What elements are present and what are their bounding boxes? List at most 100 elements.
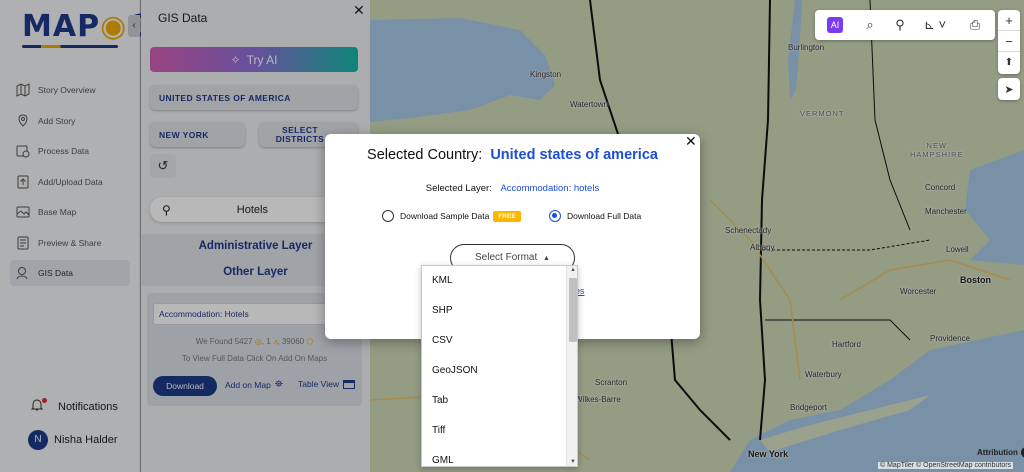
notifications-label: Notifications (58, 400, 118, 413)
zoom-in-button[interactable]: + (998, 10, 1020, 31)
format-dropdown: KML SHP CSV GeoJSON Tab Tiff GML ▲ ▼ (421, 265, 578, 467)
free-badge: FREE (493, 210, 521, 222)
download-button[interactable]: Download (153, 376, 217, 396)
table-view-button[interactable]: Table View (298, 379, 355, 389)
avatar: N (28, 430, 48, 450)
sidebar: MAP◉G ‹ Story Overview Add Story Process… (0, 0, 152, 472)
collapse-sidebar-button[interactable]: ‹ (128, 15, 140, 37)
map-icon (16, 83, 30, 97)
select-districts-label: SELECT DISTRICTS (275, 124, 325, 144)
format-option[interactable]: Tab (422, 386, 577, 416)
search-input[interactable]: Hotels (237, 204, 268, 216)
map-copyright: © MapTiler © OpenStreetMap contributors (878, 462, 1014, 469)
compass-icon[interactable]: ⬆ (998, 52, 1020, 73)
process-data-icon (16, 144, 30, 158)
sparkle-icon: ✧ (230, 52, 241, 67)
format-option[interactable]: GeoJSON (422, 356, 577, 386)
sidebar-item-label: Base Map (38, 207, 77, 217)
locate-icon: ➤ (1004, 83, 1014, 96)
count-points: 5427 (234, 337, 253, 346)
logo-underline (22, 45, 118, 48)
sidebar-item-label: Preview & Share (38, 237, 102, 248)
sidebar-item-label: Process Data (38, 146, 90, 156)
scroll-up-icon[interactable]: ▲ (567, 267, 577, 273)
attribution-toggle[interactable]: Attribution i (977, 447, 1024, 458)
sidebar-item-label: GIS Data (38, 268, 73, 278)
table-icon (342, 379, 355, 389)
state-select[interactable]: NEW YORK (150, 122, 245, 147)
sidebar-item-process-data[interactable]: Process Data (10, 138, 130, 164)
scrollbar-thumb[interactable] (569, 278, 577, 342)
search-icon[interactable]: ⌕ (855, 10, 885, 40)
print-icon[interactable]: ⎙ (955, 10, 995, 40)
measure-icon[interactable]: ⊾ ˅ (915, 10, 955, 40)
modal-title: Selected Country: United states of ameri… (325, 147, 700, 163)
user-name: Nisha Halder (54, 434, 118, 446)
sample-data-option[interactable]: Download Sample Data FREE (382, 210, 521, 222)
format-option[interactable]: SHP (422, 296, 577, 326)
sidebar-item-add-upload-data[interactable]: Add/Upload Data (10, 169, 130, 195)
sidebar-item-add-story[interactable]: Add Story (10, 108, 130, 134)
country-select-label: UNITED STATES OF AMERICA (159, 92, 291, 103)
format-option[interactable]: Tiff (422, 416, 577, 446)
format-option[interactable]: GML (422, 446, 577, 466)
polygon-icon: ⬠ (306, 337, 314, 346)
line-icon: ⩘ (272, 337, 278, 346)
attribution-label: Attribution (977, 448, 1018, 457)
full-data-option[interactable]: Download Full Data (549, 210, 641, 222)
ai-assistant-icon[interactable]: AI (815, 10, 855, 40)
close-icon[interactable]: ✕ (353, 2, 365, 19)
layer-prefix: Selected Layer: (425, 183, 492, 194)
try-ai-button[interactable]: ✧ Try AI (150, 47, 358, 72)
sidebar-item-label: Add/Upload Data (38, 176, 103, 187)
full-radio[interactable] (549, 210, 561, 222)
count-polygons: 39060 (281, 337, 305, 346)
title-prefix: Selected Country: (367, 147, 483, 163)
found-prefix: We Found (195, 337, 233, 346)
person-icon[interactable]: ⚲ (885, 10, 915, 40)
full-label: Download Full Data (567, 211, 642, 221)
base-map-icon (16, 205, 30, 219)
add-on-map-label: Add on Map (225, 379, 271, 390)
preview-icon (16, 236, 30, 250)
selected-country: United states of america (490, 147, 658, 163)
result-hint: To View Full Data Click On Add On Maps (181, 354, 328, 363)
sidebar-item-gis-data[interactable]: GIS Data (10, 260, 130, 286)
refresh-icon[interactable]: ↺ (150, 154, 176, 178)
format-option[interactable]: KML (422, 266, 577, 296)
scroll-down-icon[interactable]: ▼ (567, 459, 577, 465)
try-ai-label: Try AI (246, 52, 278, 67)
sample-label: Download Sample Data (400, 211, 490, 221)
format-placeholder: Select Format (475, 252, 538, 263)
sidebar-item-preview-share[interactable]: Preview & Share (10, 230, 130, 256)
format-option[interactable]: CSV (422, 326, 577, 356)
notifications-button[interactable]: Notifications (30, 398, 118, 415)
zoom-out-button[interactable]: − (998, 31, 1020, 52)
state-select-label: NEW YORK (159, 129, 209, 140)
bell-icon (30, 398, 48, 415)
sidebar-item-label: Story Overview (38, 85, 96, 95)
selected-layer-line: Selected Layer: Accommodation: hotels (325, 183, 700, 194)
location-pin-icon (16, 113, 30, 128)
caret-up-icon: ▲ (543, 255, 550, 262)
map-pin-icon: ⛯ (274, 379, 283, 390)
sidebar-item-base-map[interactable]: Base Map (10, 199, 130, 225)
zoom-controls: + − ⬆ (998, 10, 1020, 74)
country-select[interactable]: UNITED STATES OF AMERICA (150, 85, 358, 110)
gis-data-icon (16, 266, 30, 280)
notification-dot (42, 398, 47, 403)
sample-radio[interactable] (382, 210, 394, 222)
sidebar-item-story-overview[interactable]: Story Overview (10, 77, 130, 103)
map-toolbar: AI ⌕ ⚲ ⊾ ˅ ⎙ (815, 10, 995, 40)
selected-layer-value: Accommodation: hotels (500, 183, 600, 194)
search-icon: ⚲ (162, 202, 171, 217)
table-view-label: Table View (298, 379, 339, 389)
upload-icon (16, 175, 30, 189)
dropdown-scrollbar[interactable]: ▲ ▼ (566, 266, 577, 466)
count-lines: 1 (266, 337, 271, 346)
locate-button[interactable]: ➤ (998, 78, 1020, 100)
add-on-map-button[interactable]: Add on Map ⛯ (225, 379, 283, 390)
sidebar-nav: Story Overview Add Story Process Data Ad… (10, 77, 130, 291)
sidebar-item-label: Add Story (38, 115, 76, 126)
user-profile[interactable]: N Nisha Halder (28, 430, 118, 450)
